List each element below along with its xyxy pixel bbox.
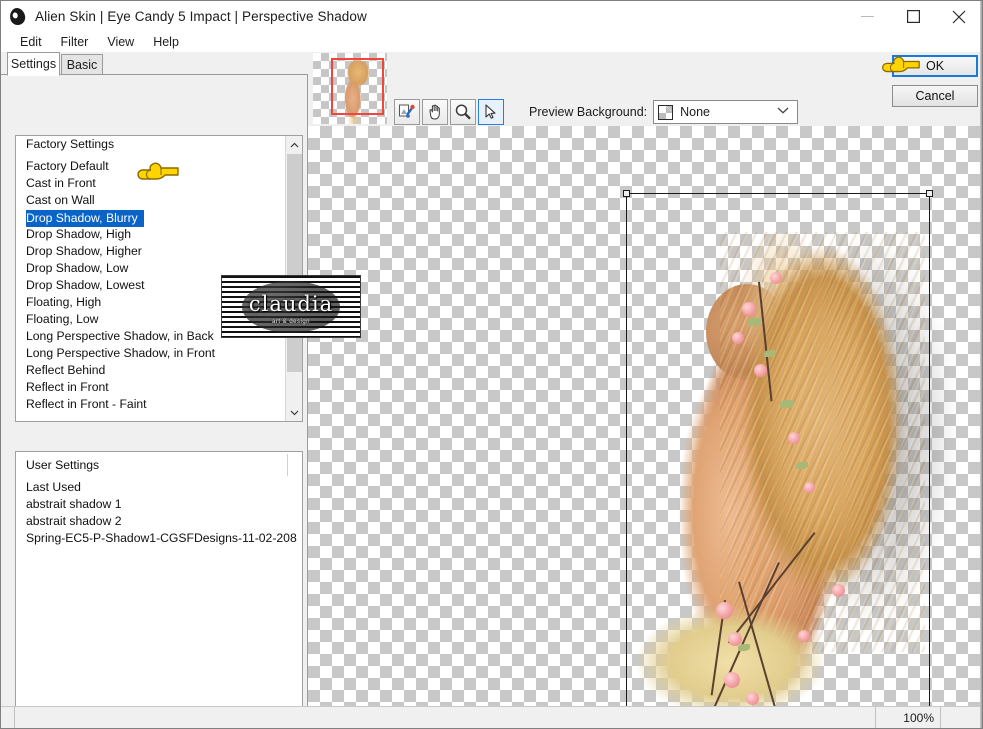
menu-item-edit[interactable]: Edit	[11, 34, 51, 50]
list-item[interactable]: Spring-EC5-P-Shadow1-CGSFDesigns-11-02-2…	[16, 530, 302, 547]
title-bar: Alien Skin | Eye Candy 5 Impact | Perspe…	[1, 1, 982, 32]
list-item[interactable]: Drop Shadow, High	[16, 226, 285, 243]
list-item[interactable]: Reflect in Front	[16, 379, 285, 396]
preview-area: Preview Background: None OK Cancel	[308, 52, 982, 707]
pointer-hand-cursor-ok	[879, 53, 921, 86]
zoom-tool[interactable]	[450, 99, 476, 125]
divider	[287, 454, 288, 476]
status-left-segment	[1, 707, 15, 728]
menu-bar: Edit Filter View Help	[1, 32, 982, 52]
navigator-thumbnail[interactable]	[313, 53, 387, 124]
list-item[interactable]: Cast on Wall	[16, 192, 285, 209]
alienskin-logo-icon	[7, 6, 29, 28]
settings-panel: Settings Basic Factory Settings Factory …	[1, 52, 308, 728]
watermark-text: claudia	[248, 292, 334, 317]
resize-handle-top-right[interactable]	[926, 190, 933, 197]
pointer-tool[interactable]	[478, 99, 504, 125]
list-item-selected-wrap: Drop Shadow, Blurry	[16, 209, 285, 227]
tool-row: Preview Background: None	[394, 99, 799, 125]
navigator-viewport-rect[interactable]	[331, 58, 384, 115]
pointer-hand-cursor-list	[134, 159, 180, 194]
preview-canvas[interactable]	[308, 126, 982, 707]
status-bar: 100%	[1, 706, 982, 728]
list-item[interactable]: Long Perspective Shadow, in Front	[16, 345, 285, 362]
list-item-selected[interactable]: Drop Shadow, Blurry	[26, 210, 144, 227]
window-title: Alien Skin | Eye Candy 5 Impact | Perspe…	[35, 9, 367, 24]
zoom-level[interactable]: 100%	[876, 707, 941, 728]
list-item[interactable]: Reflect in Front - Faint	[16, 396, 285, 413]
tab-settings[interactable]: Settings	[7, 52, 60, 76]
user-settings-listbox[interactable]: User Settings Last Used abstrait shadow …	[15, 451, 303, 728]
maximize-icon[interactable]	[890, 1, 936, 32]
window-controls	[844, 1, 982, 32]
selection-bounding-box[interactable]	[623, 190, 933, 707]
window-right-edge	[980, 1, 982, 728]
minimize-icon[interactable]	[844, 1, 890, 32]
status-right-segment	[941, 707, 982, 728]
preview-background-value: None	[680, 105, 711, 119]
application-window: Alien Skin | Eye Candy 5 Impact | Perspe…	[0, 0, 983, 729]
list-item[interactable]: abstrait shadow 1	[16, 496, 302, 513]
tab-basic[interactable]: Basic	[61, 54, 103, 75]
menu-item-help[interactable]: Help	[144, 34, 188, 50]
scroll-up-icon[interactable]	[286, 136, 302, 153]
cancel-button[interactable]: Cancel	[892, 85, 978, 107]
preview-background-select[interactable]: None	[653, 100, 799, 124]
resize-handle-top-left[interactable]	[623, 190, 630, 197]
eyedropper-tool[interactable]	[394, 99, 420, 125]
preview-background-label: Preview Background:	[529, 105, 648, 119]
tab-strip: Settings Basic	[1, 52, 308, 76]
scrollbar-thumb[interactable]	[287, 154, 302, 372]
list-item[interactable]: Last Used	[16, 479, 302, 496]
list-item[interactable]: Factory Settings	[16, 136, 285, 153]
list-item[interactable]: User Settings	[16, 457, 302, 474]
list-item[interactable]: abstrait shadow 2	[16, 513, 302, 530]
watermark-subtext: art & design	[271, 319, 311, 326]
scroll-down-icon[interactable]	[286, 404, 302, 421]
hand-tool[interactable]	[422, 99, 448, 125]
list-item[interactable]: Reflect Behind	[16, 362, 285, 379]
menu-item-filter[interactable]: Filter	[52, 34, 98, 50]
menu-item-view[interactable]: View	[98, 34, 143, 50]
claudia-watermark: claudia art & design	[221, 275, 361, 338]
list-item[interactable]: Drop Shadow, Higher	[16, 243, 285, 260]
status-message	[15, 707, 876, 728]
chevron-down-icon[interactable]	[777, 107, 789, 118]
checkerboard-swatch	[658, 104, 674, 120]
close-icon[interactable]	[936, 1, 982, 32]
